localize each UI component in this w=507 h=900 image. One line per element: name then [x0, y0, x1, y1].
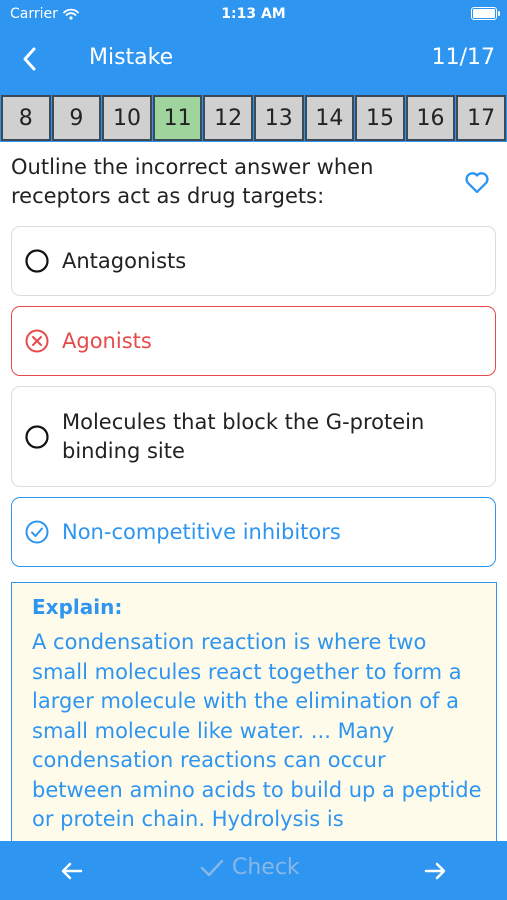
back-button[interactable] [14, 44, 44, 74]
status-bar: Carrier 1:13 AM [0, 0, 507, 30]
answer-option-2[interactable]: Agonists [11, 306, 496, 376]
app-header: Carrier 1:13 AM Mistake 11/17 [0, 0, 507, 94]
answer-option-label: Agonists [62, 328, 152, 353]
question-text: Outline the incorrect answer when recept… [11, 155, 374, 208]
tab-question-12[interactable]: 12 [203, 95, 253, 141]
page-title: Mistake [89, 45, 174, 70]
battery-icon [471, 7, 500, 20]
arrow-right-icon[interactable] [420, 856, 450, 886]
radio-empty-icon [25, 249, 49, 273]
status-time: 1:13 AM [221, 6, 286, 22]
tab-question-14[interactable]: 14 [304, 95, 355, 141]
bottom-toolbar: Check [0, 841, 507, 900]
tab-question-11[interactable]: 11 [152, 95, 203, 141]
tab-question-9[interactable]: 9 [51, 95, 102, 141]
answer-option-label: Molecules that block the G-protein bindi… [62, 409, 425, 463]
x-circle-icon [25, 329, 49, 353]
checkmark-icon [200, 859, 224, 876]
explanation-title: Explain: [32, 595, 123, 619]
radio-empty-icon [25, 424, 49, 449]
tab-question-13[interactable]: 13 [253, 95, 304, 141]
tab-question-16[interactable]: 16 [405, 95, 456, 141]
tab-question-10[interactable]: 10 [102, 95, 152, 141]
answer-option-3[interactable]: Molecules that block the G-protein bindi… [11, 386, 496, 487]
arrow-left-icon[interactable] [57, 856, 87, 886]
chevron-left-icon [23, 47, 36, 71]
heart-outline-icon[interactable] [463, 168, 491, 196]
question-counter: 11/17 [431, 45, 495, 70]
check-button[interactable]: Check [200, 855, 300, 880]
answer-option-label: Antagonists [62, 248, 187, 273]
answer-option-label: Non-competitive inhibitors [62, 519, 341, 544]
explanation-text: A condensation reaction is where two sma… [32, 630, 482, 831]
tab-question-8[interactable]: 8 [1, 95, 51, 141]
answer-option-1[interactable]: Antagonists [11, 226, 496, 296]
check-button-label: Check [232, 855, 300, 880]
answer-option-4[interactable]: Non-competitive inhibitors [11, 497, 496, 567]
tab-question-17[interactable]: 17 [456, 95, 506, 141]
tab-question-15[interactable]: 15 [355, 95, 405, 141]
check-circle-icon [25, 520, 49, 544]
question-number-tabs: 8 9 10 11 12 13 14 15 16 17 [0, 94, 507, 142]
explanation-panel[interactable]: Explain: A condensation reaction is wher… [11, 582, 497, 852]
